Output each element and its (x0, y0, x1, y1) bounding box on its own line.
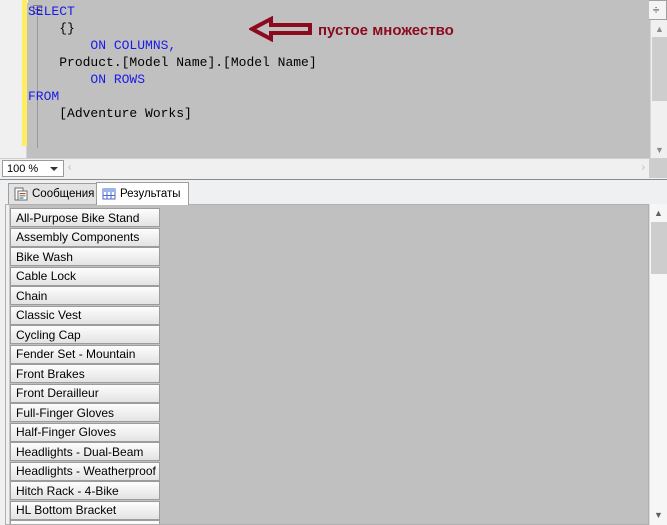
table-row[interactable]: Full-Finger Gloves (10, 403, 160, 422)
table-row[interactable] (10, 520, 160, 525)
results-vertical-scrollbar[interactable]: ▲ ▼ (649, 204, 667, 525)
table-row-label: Assembly Components (16, 230, 139, 244)
table-row-label: Bike Wash (16, 250, 73, 264)
table-row-label: Front Derailleur (16, 386, 99, 400)
table-row-label: Cable Lock (16, 269, 76, 283)
results-pane: Сообщения Результаты All-Purpose Bike St… (0, 179, 667, 525)
annotation-label: пустое множество (318, 22, 454, 39)
hscroll-left-icon[interactable]: ‹ (68, 162, 71, 173)
code-line: SELECT (28, 3, 649, 20)
code-indent (28, 72, 90, 87)
results-grid-icon (102, 187, 116, 201)
code-keyword: ON ROWS (90, 72, 145, 87)
table-row-label: Hitch Rack - 4-Bike (16, 484, 119, 498)
query-editor-pane: ÷ SELECT {} ON COLUMNS, Product.[Model N… (0, 0, 667, 158)
scrollbar-corner (649, 159, 667, 178)
table-row-label: Classic Vest (16, 308, 81, 322)
table-row-label: Chain (16, 289, 47, 303)
code-line-list: SELECT {} ON COLUMNS, Product.[Model Nam… (28, 3, 649, 122)
table-row[interactable]: Headlights - Weatherproof (10, 462, 160, 481)
code-indent (28, 38, 90, 53)
code-keyword: SELECT (28, 4, 75, 19)
table-row-label: Fender Set - Mountain (16, 347, 135, 361)
table-row[interactable]: Assembly Components (10, 228, 160, 247)
scroll-up-icon[interactable]: ▲ (651, 20, 667, 37)
tab-messages-label: Сообщения (32, 188, 94, 200)
table-row[interactable]: Cycling Cap (10, 325, 160, 344)
table-row-label: All-Purpose Bike Stand (16, 211, 139, 225)
table-row[interactable]: All-Purpose Bike Stand (10, 208, 160, 227)
table-row[interactable]: Cable Lock (10, 267, 160, 286)
code-line: Product.[Model Name].[Model Name] (28, 54, 649, 71)
table-row[interactable]: Fender Set - Mountain (10, 345, 160, 364)
code-keyword: FROM (28, 89, 59, 104)
code-keyword: ON COLUMNS, (90, 38, 176, 53)
results-scroll-thumb[interactable] (651, 222, 667, 274)
table-row[interactable]: Chain (10, 286, 160, 305)
table-row[interactable]: Half-Finger Gloves (10, 423, 160, 442)
zoom-level-dropdown[interactable]: 100 % (2, 160, 64, 177)
code-text: [Adventure Works] (59, 106, 192, 121)
code-line: FROM (28, 88, 649, 105)
tab-messages[interactable]: Сообщения (8, 183, 102, 204)
results-scroll-up-icon[interactable]: ▲ (650, 204, 667, 221)
table-row-label: HL Bottom Bracket (16, 503, 116, 517)
table-row-label: Headlights - Dual-Beam (16, 445, 143, 459)
table-row-label: Headlights - Weatherproof (16, 464, 156, 478)
results-scroll-down-icon[interactable]: ▼ (650, 506, 667, 523)
tab-results[interactable]: Результаты (96, 182, 189, 205)
table-row[interactable]: HL Bottom Bracket (10, 501, 160, 520)
table-row[interactable]: Headlights - Dual-Beam (10, 442, 160, 461)
table-row[interactable]: Hitch Rack - 4-Bike (10, 481, 160, 500)
editor-scroll-thumb[interactable] (652, 37, 667, 101)
editor-status-strip: 100 % ‹ › (0, 158, 667, 178)
table-row-label: Front Brakes (16, 367, 85, 381)
table-row-label: Half-Finger Gloves (16, 425, 116, 439)
code-line: ON ROWS (28, 71, 649, 88)
scroll-down-icon[interactable]: ▼ (651, 141, 667, 158)
editor-vertical-scrollbar[interactable]: ▲ ▼ (650, 20, 667, 158)
zoom-level-value: 100 % (7, 163, 38, 175)
code-text: {} (59, 21, 75, 36)
table-row[interactable]: Front Derailleur (10, 384, 160, 403)
left-arrow-icon (249, 16, 313, 42)
mdx-query-window: ÷ SELECT {} ON COLUMNS, Product.[Model N… (0, 0, 667, 525)
table-row-label: Cycling Cap (16, 328, 81, 342)
code-line: ON COLUMNS, (28, 37, 649, 54)
hscroll-right-icon[interactable]: › (642, 162, 645, 173)
table-row[interactable]: Bike Wash (10, 247, 160, 266)
code-indent (28, 106, 59, 121)
table-row[interactable]: Front Brakes (10, 364, 160, 383)
code-indent (28, 55, 59, 70)
code-line: [Adventure Works] (28, 105, 649, 122)
results-tabstrip: Сообщения Результаты (0, 180, 667, 204)
messages-document-icon (14, 187, 28, 201)
editor-change-bar (22, 0, 27, 146)
table-row[interactable]: Classic Vest (10, 306, 160, 325)
table-row-label: Full-Finger Gloves (16, 406, 114, 420)
code-indent (28, 21, 59, 36)
chevron-down-icon (50, 167, 58, 171)
results-grid[interactable]: All-Purpose Bike Stand Assembly Component… (5, 204, 649, 525)
code-text: Product.[Model Name].[Model Name] (59, 55, 316, 70)
tab-results-label: Результаты (120, 188, 181, 200)
